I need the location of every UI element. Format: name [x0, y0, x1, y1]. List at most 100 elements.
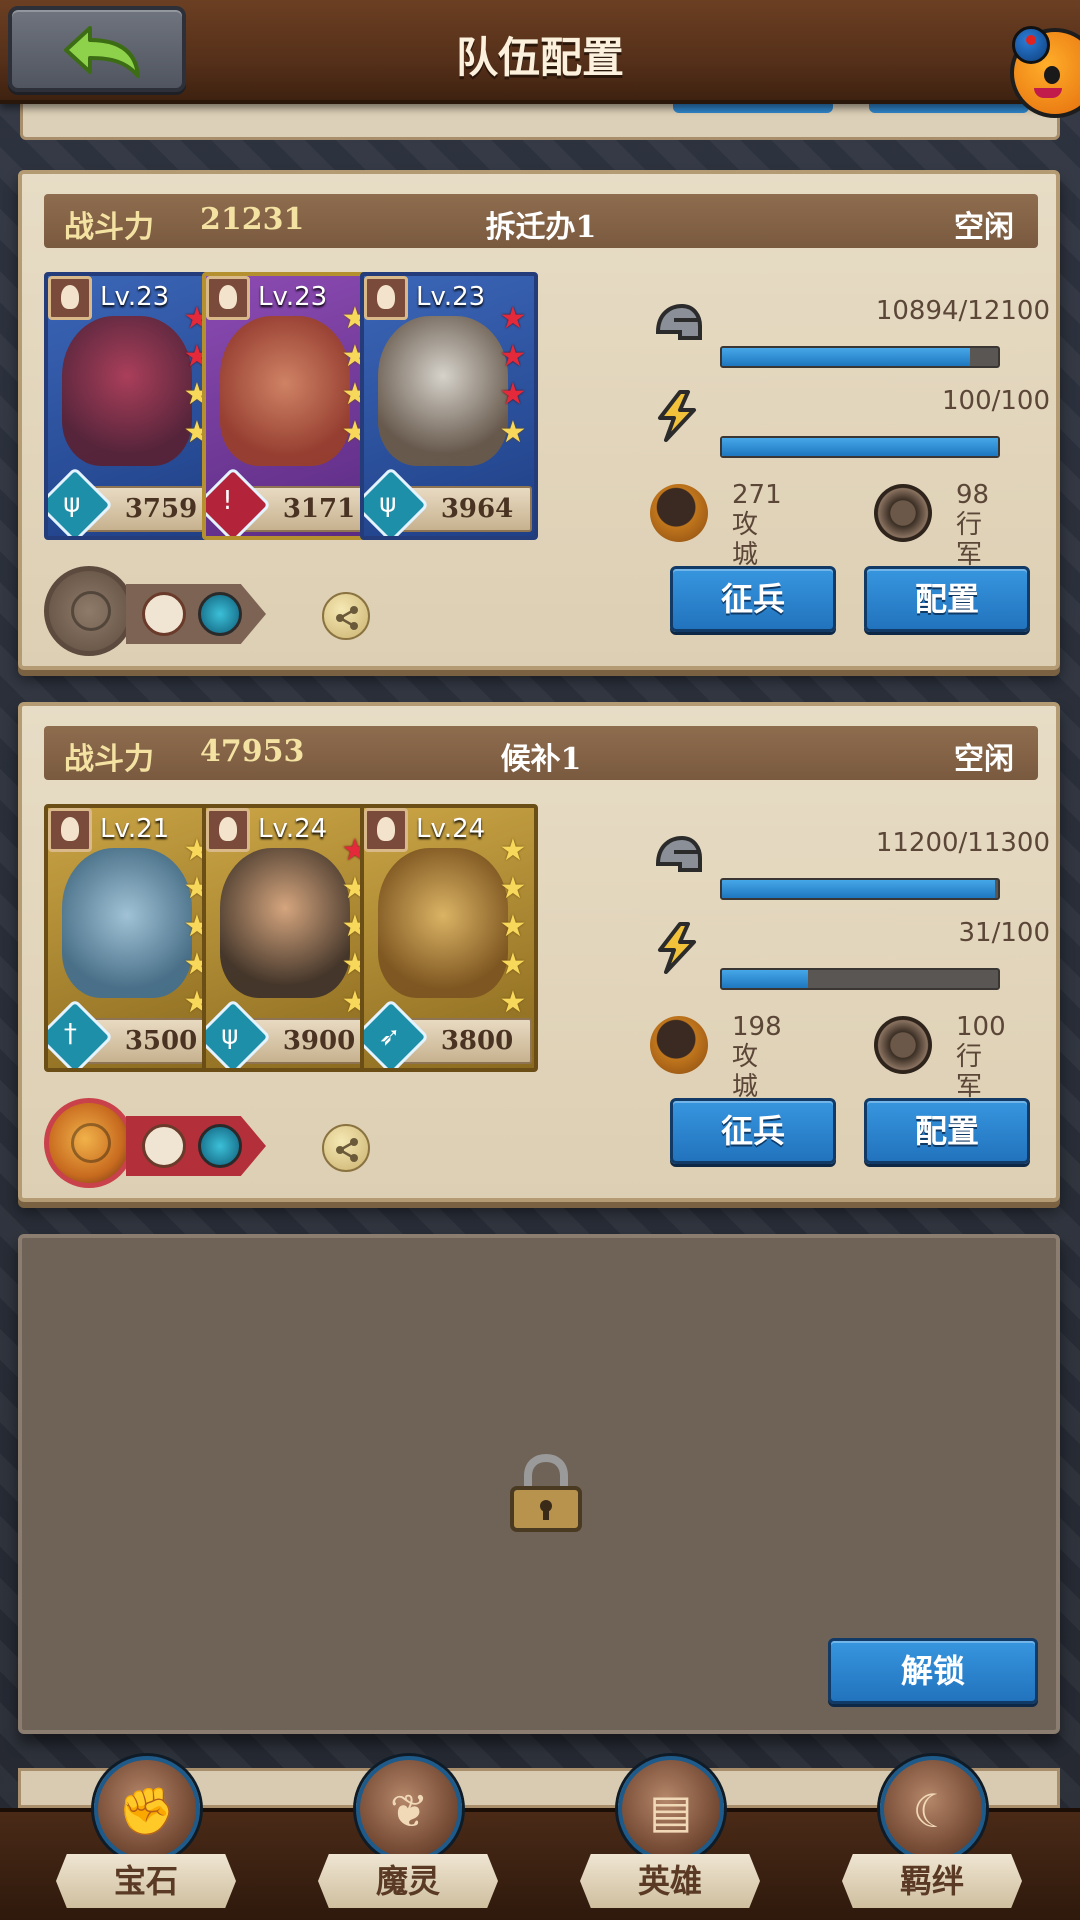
siege-label: 攻城 — [732, 510, 759, 570]
moon-face-icon — [71, 591, 111, 631]
hero-card[interactable]: Lv.24 ★ ★ ★ ★ ★ 3900 ψ — [202, 804, 380, 1072]
share-icon — [336, 606, 358, 630]
hero-power: 3964 — [440, 494, 514, 524]
hero-power: 3800 — [440, 1026, 514, 1056]
locked-team-card: 解锁 — [18, 1234, 1060, 1734]
hero-faction-icon — [206, 276, 250, 320]
mascot-mouth — [1034, 88, 1062, 98]
siege-value: 198 — [732, 1012, 782, 1042]
siege-value: 271 — [732, 480, 782, 510]
hero-stars: ★ ★ ★ ★ — [496, 300, 530, 452]
bond-icon: ☾ — [880, 1756, 986, 1862]
cannonball-icon — [650, 484, 708, 542]
hero-portrait — [220, 316, 350, 466]
hero-level: Lv.24 — [258, 814, 328, 844]
hero-level: Lv.21 — [100, 814, 170, 844]
formation-emblem[interactable] — [44, 1098, 134, 1188]
hero-portrait — [62, 848, 192, 998]
energy-bar-fill — [722, 438, 998, 456]
config-button[interactable]: 配置 — [864, 1098, 1030, 1164]
team-status: 空闲 — [954, 210, 1014, 245]
troops-bar — [720, 346, 1000, 368]
star-icon: ★ — [499, 415, 527, 450]
wheel-icon — [874, 484, 932, 542]
nav-label: 英雄 — [580, 1854, 760, 1908]
lightning-icon — [658, 390, 696, 442]
nav-item-gems[interactable]: ✊ 宝石 — [56, 1756, 236, 1920]
skill-ribbon[interactable] — [126, 1116, 266, 1176]
hero-portrait — [378, 848, 508, 998]
gem-icon — [198, 592, 242, 636]
config-button[interactable]: 配置 — [864, 566, 1030, 632]
team-status: 空闲 — [954, 742, 1014, 777]
hero-card[interactable]: Lv.23 ★ ★ ★ ★ 3964 ψ — [360, 272, 538, 540]
hero-faction-icon — [364, 276, 408, 320]
nav-item-bonds[interactable]: ☾ 羁绊 — [842, 1756, 1022, 1920]
moon-face-icon — [71, 1123, 111, 1163]
hero-stars: ★ ★ ★ ★ ★ — [496, 832, 530, 1022]
hero-faction-icon — [48, 808, 92, 852]
notification-icon[interactable] — [1012, 26, 1050, 64]
star-icon: ★ — [499, 947, 527, 982]
troops-value: 11200/11300 — [875, 828, 1050, 858]
nav-label: 宝石 — [56, 1854, 236, 1908]
star-icon: ★ — [499, 377, 527, 412]
hero-faction-icon — [364, 808, 408, 852]
hero-card[interactable]: Lv.24 ★ ★ ★ ★ ★ 3800 ➶ — [360, 804, 538, 1072]
energy-value: 100/100 — [941, 386, 1050, 416]
star-icon: ★ — [499, 833, 527, 868]
energy-bar — [720, 436, 1000, 458]
unlock-button[interactable]: 解锁 — [828, 1638, 1038, 1704]
hero-card[interactable]: Lv.23 ★ ★ ★ ★ 3171 ! — [202, 272, 380, 540]
page-title: 队伍配置 — [455, 33, 624, 82]
team-header: 战斗力 21231 拆迁办1 空闲 — [44, 194, 1038, 248]
march-value: 98 — [956, 480, 990, 510]
hero-level: Lv.23 — [258, 282, 328, 312]
team-name: 候补1 — [500, 742, 582, 777]
share-button[interactable] — [322, 1124, 370, 1172]
hero-card[interactable]: Lv.21 ★ ★ ★ ★ ★ 3500 † — [44, 804, 222, 1072]
faction-face-icon — [142, 1124, 186, 1168]
troops-bar — [720, 878, 1000, 900]
cannonball-icon — [650, 1016, 708, 1074]
gem-icon: ✊ — [94, 1756, 200, 1862]
energy-value: 31/100 — [958, 918, 1050, 948]
nav-item-heroes[interactable]: ▤ 英雄 — [580, 1756, 760, 1920]
team-header: 战斗力 47953 候补1 空闲 — [44, 726, 1038, 780]
hero-level: Lv.23 — [100, 282, 170, 312]
hero-faction-icon — [206, 808, 250, 852]
faction-face-icon — [142, 592, 186, 636]
top-bar: 队伍配置 — [0, 0, 1080, 104]
siege-label: 攻城 — [732, 1042, 759, 1102]
star-icon: ★ — [499, 301, 527, 336]
nav-label: 羁绊 — [842, 1854, 1022, 1908]
formation-emblem[interactable] — [44, 566, 134, 656]
hero-card[interactable]: Lv.23 ★ ★ ★ ★ 3759 ψ — [44, 272, 222, 540]
march-label: 行军 — [956, 510, 983, 570]
share-button[interactable] — [322, 592, 370, 640]
mascot-eye — [1044, 66, 1060, 84]
team-card: 战斗力 21231 拆迁办1 空闲 Lv.23 ★ ★ ★ ★ 3759 ψ L… — [18, 170, 1060, 670]
hero-book-icon: ▤ — [618, 1756, 724, 1862]
team-name: 拆迁办1 — [485, 210, 597, 245]
wheel-icon — [874, 1016, 932, 1074]
hero-power: 3500 — [124, 1026, 198, 1056]
hero-power: 3900 — [282, 1026, 356, 1056]
skill-ribbon[interactable] — [126, 584, 266, 644]
recruit-button[interactable]: 征兵 — [670, 566, 836, 632]
energy-bar-fill — [722, 970, 808, 988]
helmet-icon — [655, 835, 702, 872]
helmet-icon — [655, 303, 702, 340]
hero-level: Lv.23 — [416, 282, 486, 312]
march-value: 100 — [956, 1012, 1006, 1042]
lightning-icon — [658, 922, 696, 974]
nav-item-spirits[interactable]: ❦ 魔灵 — [318, 1756, 498, 1920]
hero-faction-icon — [48, 276, 92, 320]
troops-bar-fill — [722, 348, 971, 366]
recruit-button[interactable]: 征兵 — [670, 1098, 836, 1164]
star-icon: ★ — [499, 339, 527, 374]
team-card: 战斗力 47953 候补1 空闲 Lv.21 ★ ★ ★ ★ ★ 3500 † … — [18, 702, 1060, 1202]
energy-bar — [720, 968, 1000, 990]
hero-portrait — [62, 316, 192, 466]
hero-power: 3171 — [282, 494, 356, 524]
